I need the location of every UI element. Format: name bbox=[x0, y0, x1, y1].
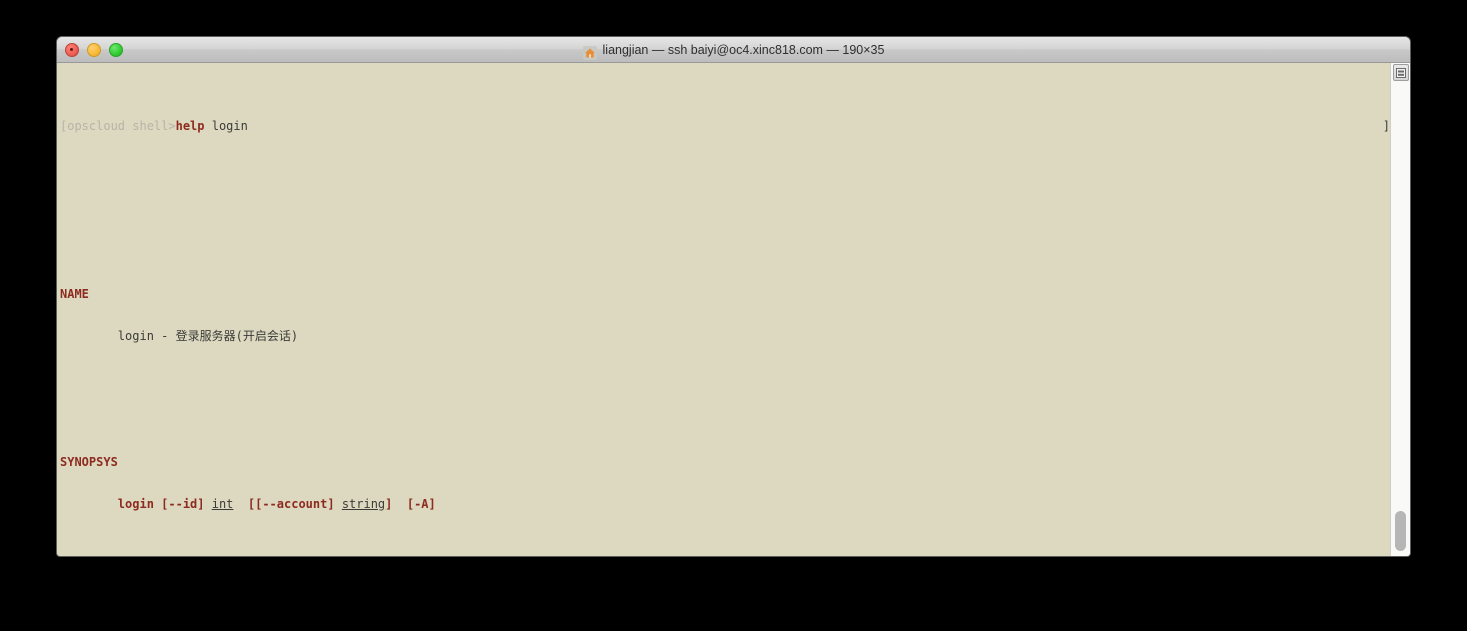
terminal-output[interactable]: [opscloud shell>help login] NAME login -… bbox=[57, 63, 1390, 556]
terminal-line-command-help: [opscloud shell>help login] bbox=[57, 119, 1390, 133]
section-body-name: login - 登录服务器(开启会话) bbox=[57, 329, 1390, 343]
scrollbar-thumb[interactable] bbox=[1395, 511, 1406, 551]
close-button[interactable] bbox=[65, 43, 79, 57]
window-titlebar[interactable]: liangjian — ssh baiyi@oc4.xinc818.com — … bbox=[57, 37, 1410, 63]
synopsys-flag-account: --account bbox=[262, 497, 328, 511]
section-heading-synopsys: SYNOPSYS bbox=[60, 455, 118, 469]
maximize-button[interactable] bbox=[109, 43, 123, 57]
section-heading-name: NAME bbox=[60, 287, 89, 301]
command-arg-login: login bbox=[204, 119, 248, 133]
synopsys-command: login bbox=[117, 497, 154, 511]
section-body-synopsys: login [--id] int [[--account] string] [-… bbox=[117, 497, 436, 511]
terminal-body[interactable]: [opscloud shell>help login] NAME login -… bbox=[57, 63, 1410, 556]
desktop-background: liangjian — ssh baiyi@oc4.xinc818.com — … bbox=[0, 0, 1467, 631]
home-icon bbox=[582, 43, 597, 60]
window-title: liangjian — ssh baiyi@oc4.xinc818.com — … bbox=[57, 37, 1410, 63]
line-end-bracket: ] bbox=[1382, 119, 1390, 133]
terminal-window: liangjian — ssh baiyi@oc4.xinc818.com — … bbox=[56, 36, 1411, 557]
synopsys-type-string: string bbox=[341, 497, 386, 511]
synopsys-flag-id: --id bbox=[168, 497, 198, 511]
shell-prompt: [opscloud shell> bbox=[60, 119, 176, 133]
name-description: login - 登录服务器(开启会话) bbox=[117, 329, 299, 343]
window-controls bbox=[65, 37, 123, 63]
minimize-button[interactable] bbox=[87, 43, 101, 57]
window-title-text: liangjian — ssh baiyi@oc4.xinc818.com — … bbox=[602, 42, 885, 57]
command-name-help: help bbox=[175, 119, 205, 133]
terminal-scrollbar[interactable] bbox=[1390, 63, 1410, 556]
split-pane-icon[interactable] bbox=[1393, 64, 1409, 81]
synopsys-type-int: int bbox=[211, 497, 234, 511]
synopsys-flag-a: -A bbox=[414, 497, 429, 511]
